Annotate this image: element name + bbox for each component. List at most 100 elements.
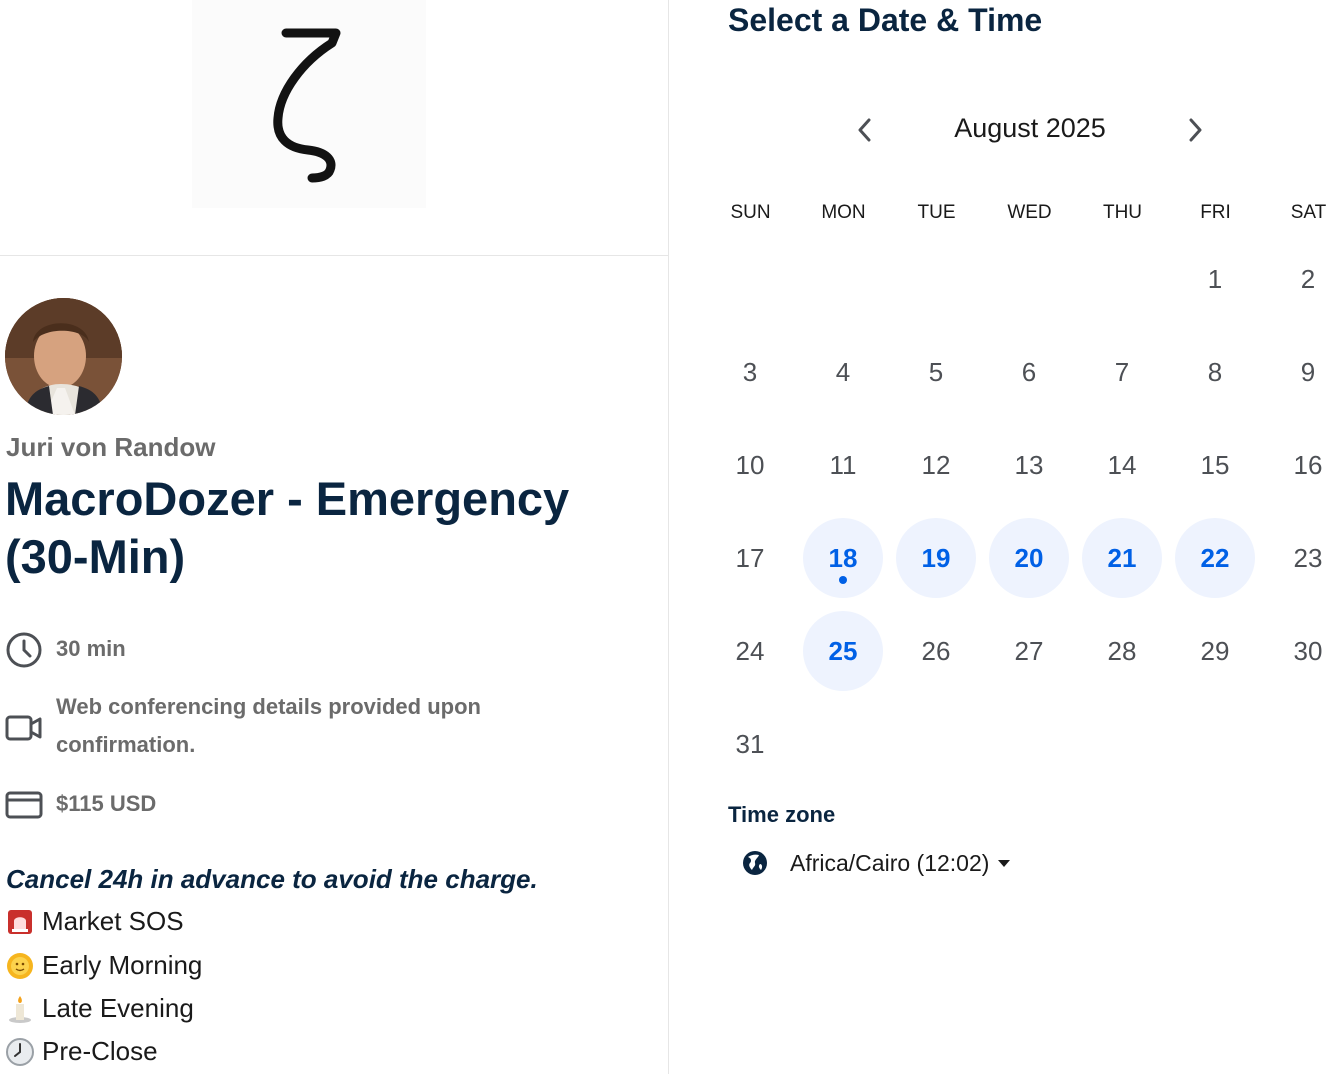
day-number: 21 [1107, 542, 1137, 573]
note-label: Early Morning [42, 950, 203, 980]
weekday-label: FRI [1200, 202, 1231, 223]
calendar-day: 3 [710, 332, 790, 412]
day-number: 4 [835, 356, 851, 387]
day-number: 26 [921, 635, 951, 666]
weekday-label: THU [1102, 202, 1143, 223]
day-number: 10 [735, 449, 765, 480]
calendar-day: 6 [989, 332, 1069, 412]
day-number: 2 [1300, 263, 1316, 294]
day-number: 14 [1107, 449, 1137, 480]
logo-area [0, 0, 669, 256]
weekday-label: MON [821, 202, 866, 223]
calendar-day: 30 [1268, 611, 1336, 691]
duration-row: 30 min [5, 630, 126, 668]
day-number: 1 [1207, 263, 1223, 294]
day-number: 5 [928, 356, 944, 387]
timezone-label: Time zone [728, 802, 836, 827]
calendar-heading: Select a Date & Time [728, 2, 1043, 38]
day-number: 12 [921, 449, 951, 480]
calendar-day: 17 [710, 518, 790, 598]
candle-icon [9, 995, 31, 1023]
day-number: 8 [1207, 356, 1223, 387]
rotating-light-icon [8, 909, 32, 934]
day-number: 6 [1021, 356, 1037, 387]
calendar-day: 27 [989, 611, 1069, 691]
calendar-day: 7 [1082, 332, 1162, 412]
day-number: 23 [1293, 542, 1323, 573]
available-day-button[interactable]: 20 [989, 518, 1069, 598]
clock-icon [6, 1037, 34, 1066]
calendar-day: 29 [1175, 611, 1255, 691]
chevron-right-icon [1189, 118, 1202, 142]
day-number: 9 [1300, 356, 1316, 387]
available-day-button[interactable]: 19 [896, 518, 976, 598]
available-day-button[interactable]: 21 [1082, 518, 1162, 598]
day-number: 29 [1200, 635, 1230, 666]
calendar-day: 8 [1175, 332, 1255, 412]
calendar-day: 13 [989, 425, 1069, 505]
day-number: 31 [735, 728, 765, 759]
day-number: 13 [1014, 449, 1044, 480]
day-number: 25 [828, 635, 858, 666]
calendar-day: 12 [896, 425, 976, 505]
weekday-label: TUE [917, 202, 956, 223]
clock-icon [5, 630, 43, 668]
day-number: 28 [1107, 635, 1137, 666]
available-day-button[interactable]: 25 [803, 611, 883, 691]
calendar-day: 10 [710, 425, 790, 505]
calendar-day: 31 [710, 704, 790, 784]
day-number: 16 [1293, 449, 1323, 480]
company-logo [192, 0, 426, 208]
duration-text: 30 min [56, 636, 126, 661]
caret-down-icon [998, 860, 1011, 867]
host-name: Juri von Randow [6, 432, 216, 462]
calendar-day: 1 [1175, 239, 1255, 319]
calendar-day: 9 [1268, 332, 1336, 412]
day-number: 17 [735, 542, 765, 573]
weekday-label: SUN [730, 202, 771, 223]
day-number: 20 [1014, 542, 1044, 573]
month-navigation: August 2025 [845, 105, 1215, 155]
price-text: $115 USD [56, 791, 157, 816]
calendar-day: 14 [1082, 425, 1162, 505]
month-label: August 2025 [954, 113, 1106, 143]
timezone-select[interactable]: Africa/Cairo (12:02) [741, 845, 1011, 881]
conferencing-text: Web conferencing details provided upon c… [56, 694, 481, 757]
event-title: MacroDozer - Emergency (30-Min) [5, 472, 570, 583]
video-camera-icon [5, 708, 43, 746]
day-number: 15 [1200, 449, 1230, 480]
available-day-button[interactable]: 18 [803, 518, 883, 598]
note-label: Late Evening [42, 993, 194, 1023]
calendar-day: 24 [710, 611, 790, 691]
day-number: 3 [742, 356, 758, 387]
calendar-day: 5 [896, 332, 976, 412]
day-number: 24 [735, 635, 765, 666]
day-number: 7 [1114, 356, 1130, 387]
weekday-label: WED [1007, 202, 1052, 223]
globe-icon [743, 851, 767, 875]
today-indicator [839, 576, 847, 584]
calendar-day: 23 [1268, 518, 1336, 598]
credit-card-icon [5, 785, 43, 823]
calendar-day: 28 [1082, 611, 1162, 691]
note-item: Late Evening [5, 993, 194, 1024]
note-label: Market SOS [42, 906, 184, 936]
calendar-day: 16 [1268, 425, 1336, 505]
calendar-day: 26 [896, 611, 976, 691]
calendar-day: 11 [803, 425, 883, 505]
price-row: $115 USD [5, 785, 156, 823]
day-number: 19 [921, 542, 951, 573]
cancel-note: Cancel 24h in advance to avoid the charg… [6, 864, 538, 894]
event-details-panel: Juri von Randow MacroDozer - Emergency (… [0, 0, 669, 1074]
next-month-button[interactable] [1175, 110, 1215, 150]
calendar-day: 4 [803, 332, 883, 412]
day-number: 27 [1014, 635, 1044, 666]
weekday-label: SAT [1290, 202, 1327, 223]
conferencing-row: Web conferencing details provided upon c… [5, 688, 546, 764]
day-number: 30 [1293, 635, 1323, 666]
calendar-day: 2 [1268, 239, 1336, 319]
day-number: 22 [1200, 542, 1230, 573]
sun-with-face-icon [7, 952, 33, 979]
available-day-button[interactable]: 22 [1175, 518, 1255, 598]
weekday-header: SUN MON TUE WED THU FRI SAT [704, 202, 1336, 228]
